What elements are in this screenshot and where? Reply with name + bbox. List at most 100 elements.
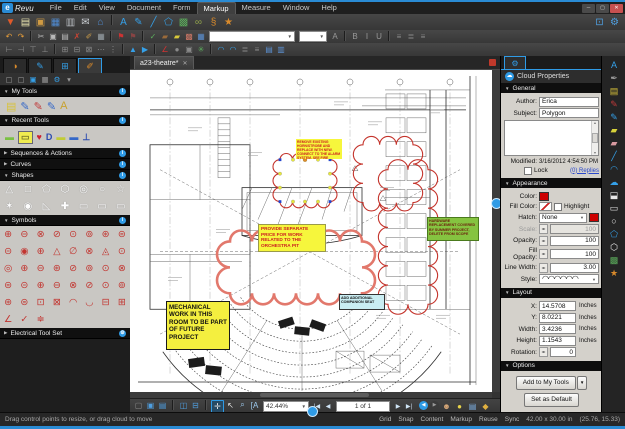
eraser-icon[interactable]: ▰	[606, 137, 622, 149]
polygon-icon[interactable]: ⬠	[161, 15, 176, 29]
view-large-icon[interactable]: ▢	[16, 74, 26, 84]
print-icon[interactable]: ▥	[63, 15, 78, 29]
line-icon[interactable]: ╱	[146, 15, 161, 29]
document-tab[interactable]: a23-theatre* ✕	[134, 56, 194, 69]
shape-tool-icon[interactable]: ▭	[79, 201, 88, 212]
glyph-icon[interactable]: Sync	[505, 416, 519, 423]
dot-icon[interactable]: ●	[171, 44, 183, 55]
app-logo-icon[interactable]: e	[2, 3, 13, 13]
properties-gear-tab[interactable]: ⚙	[504, 56, 526, 69]
symbol-tool-icon[interactable]: ⊡	[37, 297, 45, 308]
zoom-level-combo[interactable]: 42.44% ▼	[263, 401, 309, 412]
lock-icon[interactable]: ◆	[480, 401, 491, 412]
delete-icon[interactable]: ✗	[71, 31, 83, 42]
lock-checkbox[interactable]	[524, 167, 532, 175]
vertical-scrollbar[interactable]	[492, 70, 500, 392]
symbol-tool-icon[interactable]: ◡	[85, 297, 93, 308]
symbol-tool-icon[interactable]: ⊖	[37, 263, 45, 274]
email-icon[interactable]: ✉	[78, 15, 93, 29]
green-line-tool-icon[interactable]: ▬	[56, 132, 65, 142]
symbol-tool-icon[interactable]: ⊠	[53, 297, 61, 308]
symbol-tool-icon[interactable]: ⊜	[20, 297, 28, 308]
height-input[interactable]: 1.1543	[539, 336, 576, 346]
layers-icon[interactable]: ▣	[183, 44, 195, 55]
symbol-tool-icon[interactable]: ⊚	[85, 263, 93, 274]
arc-right-icon[interactable]: ◠	[227, 44, 239, 55]
symbol-tool-icon[interactable]: ⊛	[102, 229, 110, 240]
measure-angle-icon[interactable]: ∠	[159, 44, 171, 55]
view-detail-icon[interactable]: ▣	[28, 74, 38, 84]
paste-icon[interactable]: ▤	[59, 31, 71, 42]
hatch-color-swatch[interactable]	[589, 213, 599, 222]
align-left-icon[interactable]: ≡	[393, 31, 405, 42]
symbol-tool-icon[interactable]: ⊖	[20, 229, 28, 240]
fit-page-icon[interactable]: ▣	[145, 400, 156, 411]
polygon-icon[interactable]: ⬠	[606, 228, 622, 240]
shape-tool-icon[interactable]: ◺	[43, 201, 51, 212]
tab-thumbnails-icon[interactable]: ⊞	[53, 58, 77, 73]
font-shrink-icon[interactable]: A	[329, 31, 341, 42]
opacity-input[interactable]: 100	[550, 236, 599, 246]
x-input[interactable]: 14.5708	[539, 301, 576, 311]
add-to-my-tools-button[interactable]: Add to My Tools	[516, 376, 576, 390]
fill-color-swatch[interactable]	[539, 202, 552, 211]
italic-icon[interactable]: I	[361, 31, 373, 42]
home-icon[interactable]: ⌂	[93, 15, 108, 29]
font-size-combo[interactable]: ▼	[299, 31, 327, 42]
layout-section-header[interactable]: ▼ Layout	[501, 288, 602, 298]
stamp-icon[interactable]: ★	[606, 267, 622, 279]
close-icon[interactable]: ✕	[183, 60, 188, 67]
space-v-icon[interactable]: ⋮	[107, 44, 119, 55]
orchestra-note-markup[interactable]: PROVIDE SEPARATE PRICE FOR WORK RELATED …	[258, 224, 326, 252]
gear-icon[interactable]: ⚙	[119, 330, 126, 337]
symbol-tool-icon[interactable]: ⊜	[4, 280, 12, 291]
redo-icon[interactable]: ↷	[15, 31, 27, 42]
new-document-icon[interactable]: ▤	[18, 15, 33, 29]
shape-tool-icon[interactable]: □	[25, 184, 31, 195]
symbol-tool-icon[interactable]: ⊙	[102, 263, 110, 274]
group-icon[interactable]: ⊞	[59, 44, 71, 55]
thumbnail-view-icon[interactable]: ▢	[133, 400, 144, 411]
symbol-tool-icon[interactable]: ⊕	[37, 246, 45, 257]
highlight-icon[interactable]: ▰	[171, 31, 183, 42]
menu-form[interactable]: Form	[167, 2, 197, 14]
hatch-dropdown[interactable]: None ▼	[539, 213, 587, 223]
tab-markups-list-icon[interactable]: ✎	[28, 58, 52, 73]
symbol-tool-icon[interactable]: ⊙	[69, 229, 77, 240]
polyline-icon[interactable]: ⬡	[606, 241, 622, 253]
general-section-header[interactable]: ▼ General	[501, 83, 602, 93]
menu-measure[interactable]: Measure	[236, 2, 277, 14]
menu-help[interactable]: Help	[315, 2, 342, 14]
zoom-tool-icon[interactable]: ⌕	[237, 400, 248, 411]
grid-small-icon[interactable]: ▦	[195, 31, 207, 42]
symbol-tool-icon[interactable]: ⊘	[85, 280, 93, 291]
select-tool-icon[interactable]: ↖	[225, 400, 236, 411]
symbol-tool-icon[interactable]: ⊕	[4, 229, 12, 240]
section-header-sequences[interactable]: ▶ Sequences & Actions i	[0, 148, 130, 159]
glyph-icon[interactable]: Grid	[379, 416, 391, 423]
arc-left-icon[interactable]: ◠	[215, 44, 227, 55]
fire-alarm-note-markup[interactable]: REMOVE EXISTING HORN/STROBE AND REPLACE …	[296, 139, 342, 159]
menu-markup[interactable]: Markup	[197, 2, 236, 15]
symbol-tool-icon[interactable]: ⊖	[53, 280, 61, 291]
align-bottom-icon[interactable]: ⊥	[39, 44, 51, 55]
rotation-spinner[interactable]: ◂▸	[539, 347, 548, 357]
comment-textarea[interactable]: ▲▼	[504, 120, 599, 156]
back-view-icon[interactable]: ◀	[419, 401, 428, 410]
shape-tool-icon[interactable]: ☆	[116, 184, 125, 195]
symbol-tool-icon[interactable]: ⊙	[118, 246, 126, 257]
options-section-header[interactable]: ▼ Options	[501, 361, 602, 371]
profile-icon[interactable]: ☻	[441, 401, 452, 412]
blue-line-tool-icon[interactable]: ▬	[69, 132, 78, 142]
column-tool-icon[interactable]: ⊥	[82, 132, 90, 143]
split-vertical-icon[interactable]: ◫	[178, 400, 189, 411]
subject-input[interactable]: Polygon	[539, 108, 599, 118]
symbol-tool-icon[interactable]: ◠	[69, 297, 77, 308]
symbol-tool-icon[interactable]: ⊗	[37, 229, 45, 240]
section-header-symbols[interactable]: ▼ Symbols i	[0, 215, 130, 226]
document-canvas[interactable]: DRAFT PROVIDE SEPARATE PRICE FOR WORK RE…	[130, 70, 492, 392]
bold-icon[interactable]: B	[349, 31, 361, 42]
set-as-default-button[interactable]: Set as Default	[524, 393, 579, 407]
underline-icon[interactable]: U	[373, 31, 385, 42]
symbol-tool-icon[interactable]: ⊜	[118, 229, 126, 240]
